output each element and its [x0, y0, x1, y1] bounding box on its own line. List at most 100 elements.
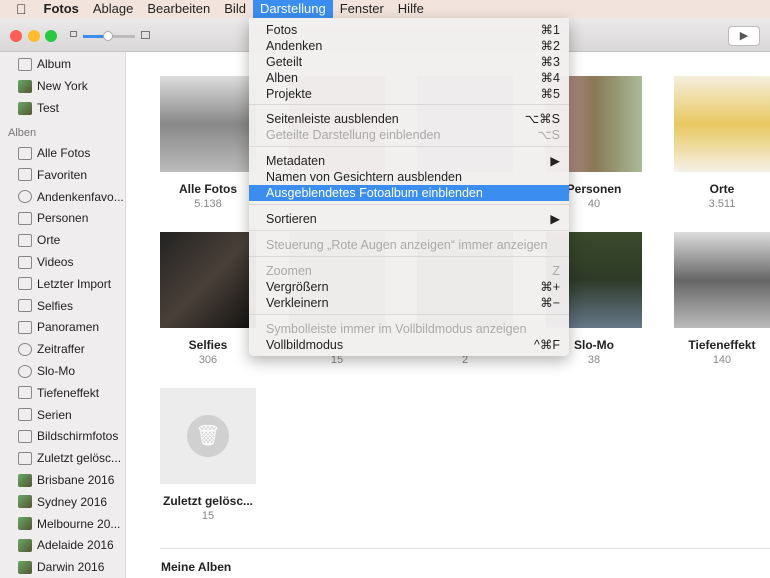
sidebar-item-label: Album: [37, 57, 72, 71]
submenu-arrow-icon: ▶: [550, 154, 560, 168]
photo-icon: [18, 79, 32, 93]
menu-item[interactable]: Seitenleiste ausblenden ⌥⌘S: [249, 111, 569, 127]
pin-icon: [18, 233, 32, 247]
apple-menu-icon[interactable]: : [0, 1, 37, 17]
menu-shortcut: ^⌘F: [533, 338, 560, 352]
menu-fotos[interactable]: Fotos: [37, 0, 86, 18]
menu-item-label: Sortieren: [266, 212, 317, 226]
sidebar-section-header: Alben: [8, 127, 37, 139]
menu-bild[interactable]: Bild: [217, 0, 253, 18]
menu-item[interactable]: Andenken ⌘2: [249, 38, 569, 54]
sidebar-item-label: Slo-Mo: [37, 364, 76, 378]
menu-item[interactable]: Vollbildmodus ^⌘F: [249, 337, 569, 353]
sidebar-item[interactable]: Darwin 2016: [18, 557, 104, 577]
close-button[interactable]: [10, 30, 22, 42]
menu-item-label: Seitenleiste ausblenden: [266, 112, 399, 126]
menu-separator: [249, 104, 569, 105]
panorama-icon: [18, 320, 32, 334]
minimize-button[interactable]: [28, 30, 40, 42]
sidebar-item[interactable]: Favoriten: [18, 165, 87, 185]
menu-item[interactable]: Alben ⌘4: [249, 70, 569, 86]
menu-item[interactable]: Geteilt ⌘3: [249, 54, 569, 70]
menu-item[interactable]: Sortieren ▶: [249, 211, 569, 227]
sidebar-item[interactable]: Serien: [18, 405, 72, 425]
menu-item[interactable]: Metadaten ▶: [249, 153, 569, 169]
zoom-button[interactable]: [45, 30, 57, 42]
trash-icon: 🗑: [187, 415, 229, 457]
section-title-meine-alben: Meine Alben: [161, 560, 232, 574]
sidebar-item[interactable]: Zeitraffer: [18, 339, 85, 359]
menu-separator: [249, 314, 569, 315]
sidebar-item-label: Videos: [37, 255, 74, 269]
menu-darstellung[interactable]: Darstellung: [252, 0, 333, 18]
menu-item[interactable]: Projekte ⌘5: [249, 86, 569, 102]
person-icon: [18, 211, 32, 225]
menu-fenster[interactable]: Fenster: [333, 0, 391, 18]
menu-item[interactable]: Verkleinern ⌘−: [249, 295, 569, 311]
menu-item-label: Geteilte Darstellung einblenden: [266, 128, 441, 142]
menu-hilfe[interactable]: Hilfe: [391, 0, 431, 18]
heart-icon: [18, 168, 32, 182]
album-count: 140: [712, 354, 732, 366]
sidebar-item[interactable]: Letzter Import: [18, 274, 111, 294]
burst-icon: [18, 408, 32, 422]
album-tile[interactable]: [160, 76, 256, 172]
sidebar-item[interactable]: Videos: [18, 252, 73, 272]
menu-item-label: Namen von Gesichtern ausblenden: [266, 170, 462, 184]
menu-separator: [249, 146, 569, 147]
sidebar-item[interactable]: Zuletzt gelösc...: [18, 448, 121, 468]
darstellung-dropdown-menu: Fotos ⌘1 Andenken ⌘2 Geteilt ⌘3 Alben ⌘4 Projekt…: [249, 18, 569, 356]
sidebar-item[interactable]: Adelaide 2016: [18, 535, 114, 555]
menu-item-label: Metadaten: [266, 154, 326, 168]
sidebar-item[interactable]: Brisbane 2016: [18, 470, 114, 490]
menu-item[interactable]: Fotos ⌘1: [249, 22, 569, 38]
sidebar-item[interactable]: Panoramen: [18, 317, 99, 337]
menu-item[interactable]: Vergrößern ⌘+: [249, 279, 569, 295]
sidebar-item[interactable]: Alle Fotos: [18, 143, 90, 163]
sidebar-item[interactable]: Tiefeneffekt: [18, 383, 99, 403]
sidebar-item[interactable]: Personen: [18, 208, 88, 228]
album-tile[interactable]: [674, 76, 770, 172]
menu-item: Symbolleiste immer im Vollbildmodus anze…: [249, 321, 569, 337]
slideshow-play-button[interactable]: ▶: [728, 26, 760, 46]
small-thumbnail-icon: [70, 31, 77, 37]
sidebar-item[interactable]: Test: [18, 98, 59, 118]
timelapse-icon: [18, 342, 32, 356]
album-tile[interactable]: 🗑: [160, 388, 256, 484]
album-icon: [18, 57, 32, 71]
album-tile[interactable]: [674, 232, 770, 328]
menu-item[interactable]: Namen von Gesichtern ausblenden: [249, 169, 569, 185]
sidebar-item-label: Test: [37, 101, 60, 115]
album-tile[interactable]: [160, 232, 256, 328]
sidebar-item[interactable]: Slo-Mo: [18, 361, 75, 381]
sidebar-item-label: Andenkenfavo...: [37, 189, 124, 204]
menu-bearbeiten[interactable]: Bearbeiten: [140, 0, 217, 18]
submenu-arrow-icon: ▶: [550, 212, 560, 226]
sidebar-item[interactable]: Melbourne 20...: [18, 514, 120, 534]
slider-knob[interactable]: [103, 31, 113, 41]
menu-separator: [249, 230, 569, 231]
menu-shortcut: ⌘2: [540, 39, 560, 53]
menu-ablage[interactable]: Ablage: [86, 0, 140, 18]
sidebar-item-label: Orte: [37, 233, 61, 248]
photo-icon: [18, 473, 32, 487]
sidebar-item[interactable]: Selfies: [18, 296, 73, 316]
photos-icon: [18, 146, 32, 160]
large-thumbnail-icon: [141, 31, 150, 39]
sidebar-item-label: Alle Fotos: [37, 146, 91, 160]
sidebar-item[interactable]: Orte: [18, 230, 60, 250]
thumbnail-size-slider[interactable]: [83, 31, 135, 41]
sidebar-item[interactable]: Bildschirmfotos: [18, 426, 118, 446]
sidebar-item[interactable]: Album: [18, 54, 71, 74]
sidebar-item[interactable]: Sydney 2016: [18, 492, 107, 512]
depth-icon: [18, 386, 32, 400]
sidebar-item-label: Letzter Import: [37, 276, 112, 291]
sidebar-item-label: Tiefeneffekt: [37, 385, 100, 400]
menu-item-label: Symbolleiste immer im Vollbildmodus anze…: [266, 322, 527, 336]
menu-separator: [249, 204, 569, 205]
menu-item-label: Vollbildmodus: [266, 338, 344, 352]
menu-item[interactable]: Ausgeblendetes Fotoalbum einblenden: [249, 185, 569, 201]
sidebar-item[interactable]: Andenkenfavo...: [18, 187, 124, 207]
menu-shortcut: ⌘3: [540, 55, 560, 69]
sidebar-item[interactable]: New York: [18, 76, 88, 96]
